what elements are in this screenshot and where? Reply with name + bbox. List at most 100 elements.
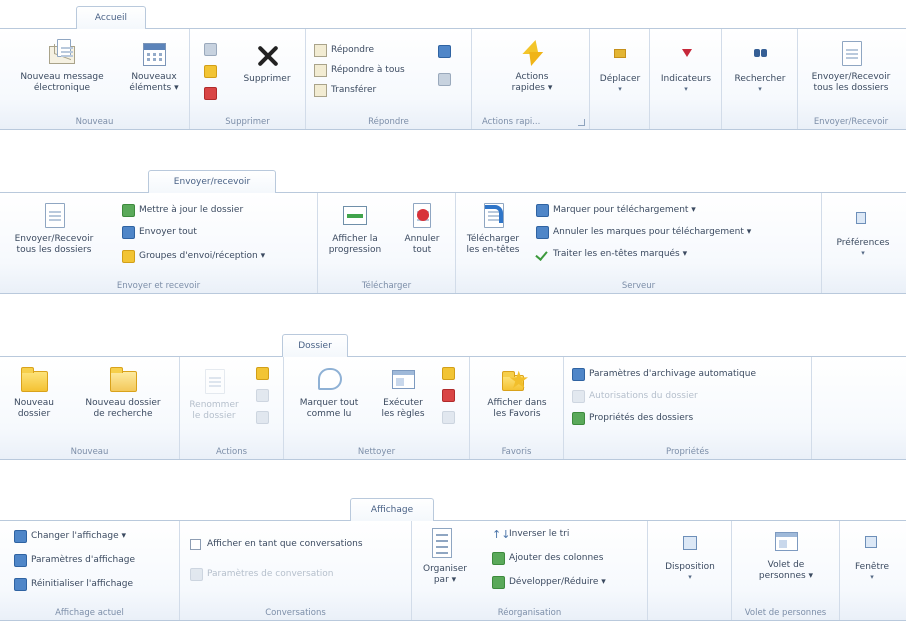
ribbon-affichage: Affichage Changer l'affichage ▾ Paramètr…	[0, 498, 906, 624]
preferences-button[interactable]: Préférences ▾	[826, 205, 900, 257]
flag-icon	[671, 41, 701, 71]
recover-items-button[interactable]	[442, 411, 459, 424]
tab-accueil[interactable]: Accueil	[76, 6, 146, 29]
new-folder-button[interactable]: Nouveau dossier	[4, 365, 64, 420]
show-as-conversations-checkbox[interactable]: Afficher en tant que conversations	[190, 537, 363, 551]
dialog-launcher-icon[interactable]	[578, 119, 585, 126]
tab-envoyer-recevoir[interactable]: Envoyer/recevoir	[148, 170, 276, 193]
chevron-down-icon: ▾	[688, 573, 692, 581]
new-email-button[interactable]: Nouveau message électronique	[6, 39, 118, 94]
arrange-by-button[interactable]: Organiser par ▾	[416, 527, 474, 586]
new-search-folder-button[interactable]: Nouveau dossier de recherche	[70, 365, 176, 420]
reverse-sort-button[interactable]: ↑↓ Inverser le tri	[492, 527, 569, 541]
move-folder-button[interactable]	[256, 389, 273, 402]
group-envoyer-recevoir: Envoyer/Recevoir tous les dossiers Envoy…	[798, 29, 904, 129]
cleanup-folder-button[interactable]	[442, 367, 459, 380]
copy-folder-button[interactable]	[256, 367, 273, 380]
more-icon	[438, 73, 451, 86]
forward-icon	[314, 83, 327, 97]
meeting-icon	[438, 45, 451, 58]
group-favoris: ★ Afficher dans les Favoris Favoris	[470, 357, 564, 459]
delete-folder-button[interactable]	[256, 411, 273, 424]
group-dossier-nouveau: Nouveau dossier Nouveau dossier de reche…	[0, 357, 180, 459]
mark-icon	[536, 203, 549, 217]
folder-permissions-button[interactable]: Autorisations du dossier	[572, 389, 698, 403]
reset-view-button[interactable]: Réinitialiser l'affichage	[14, 577, 133, 591]
delete-button[interactable]: Supprimer	[234, 41, 300, 85]
conversation-settings-icon	[190, 567, 203, 581]
group-label-reorganisation: Réorganisation	[497, 608, 562, 618]
ribbon-panel-envoyer-recevoir: Envoyer/Recevoir tous les dossiers Mettr…	[0, 192, 906, 294]
show-in-favorites-button[interactable]: ★ Afficher dans les Favoris	[474, 365, 560, 420]
tags-button[interactable]: Indicateurs ▾	[652, 41, 720, 93]
junk-button[interactable]	[204, 87, 221, 100]
group-nettoyer: Marquer tout comme lu Exécuter les règle…	[284, 357, 470, 459]
tab-dossier[interactable]: Dossier	[282, 334, 348, 357]
people-pane-button[interactable]: Volet de personnes ▾	[736, 527, 836, 582]
mark-all-read-icon	[314, 365, 344, 395]
mark-all-read-button[interactable]: Marquer tout comme lu	[288, 365, 370, 420]
junk-icon	[204, 87, 217, 100]
run-rules-button[interactable]: Exécuter les règles	[372, 365, 434, 420]
checkmark-icon	[536, 248, 549, 261]
show-progress-button[interactable]: Afficher la progression	[322, 201, 388, 256]
folder-properties-button[interactable]: Propriétés des dossiers	[572, 411, 693, 425]
change-view-button[interactable]: Changer l'affichage ▾	[14, 529, 126, 543]
conversation-settings-button[interactable]: Paramètres de conversation	[190, 567, 333, 581]
move-button[interactable]: Déplacer ▾	[592, 41, 648, 93]
new-email-icon	[47, 39, 77, 69]
find-button[interactable]: Rechercher ▾	[724, 41, 796, 93]
reply-icon	[314, 43, 327, 57]
send-all-button[interactable]: Envoyer tout	[122, 225, 197, 239]
archive-icon	[572, 367, 585, 381]
view-settings-icon	[14, 553, 27, 567]
quick-steps-button[interactable]: Actions rapides ▾	[492, 39, 572, 94]
delete-all-button[interactable]	[442, 389, 459, 402]
autoarchive-settings-button[interactable]: Paramètres d'archivage automatique	[572, 367, 756, 381]
tab-affichage[interactable]: Affichage	[350, 498, 434, 521]
unmark-button[interactable]: Annuler les marques pour téléchargement …	[536, 225, 751, 239]
forward-button[interactable]: Transférer	[314, 83, 376, 97]
cancel-icon	[407, 201, 437, 231]
chevron-down-icon: ▾	[684, 85, 688, 93]
group-label-favoris: Favoris	[501, 447, 532, 457]
chevron-down-icon: ▾	[870, 573, 874, 581]
reply-all-button[interactable]: Répondre à tous	[314, 63, 405, 77]
group-label-dossier-nouveau: Nouveau	[70, 447, 109, 457]
window-icon	[857, 529, 887, 559]
window-button[interactable]: Fenêtre ▾	[842, 529, 902, 581]
recover-icon	[442, 411, 455, 424]
layout-button[interactable]: Disposition ▾	[650, 529, 730, 581]
new-items-button[interactable]: Nouveaux éléments ▾	[122, 39, 186, 94]
send-receive-groups-button[interactable]: Groupes d'envoi/réception ▾	[122, 249, 265, 263]
send-receive-icon	[836, 39, 866, 69]
add-columns-button[interactable]: Ajouter des colonnes	[492, 551, 603, 565]
rename-folder-button[interactable]: Renommer le dossier	[182, 367, 246, 422]
meeting-button[interactable]	[438, 45, 455, 58]
sort-arrows-icon: ↑↓	[492, 527, 511, 541]
more-respond-button[interactable]	[438, 73, 455, 86]
cancel-all-button[interactable]: Annuler tout	[392, 201, 452, 256]
update-folder-button[interactable]: Mettre à jour le dossier	[122, 203, 243, 217]
reset-view-icon	[14, 577, 27, 591]
move-folder-icon	[256, 389, 269, 402]
cleanup-button[interactable]	[204, 65, 221, 78]
chevron-down-icon: ▾	[618, 85, 622, 93]
ribbon-accueil: Accueil Nouveau message électronique Nou…	[0, 6, 906, 134]
download-headers-button[interactable]: Télécharger les en-têtes	[460, 201, 526, 256]
group-label-supprimer: Supprimer	[225, 117, 270, 127]
reply-button[interactable]: Répondre	[314, 43, 374, 57]
lightning-icon	[517, 39, 547, 69]
ignore-button[interactable]	[204, 43, 221, 56]
group-deplacer: Déplacer ▾	[590, 29, 650, 129]
groups-icon	[122, 249, 135, 263]
expand-collapse-button[interactable]: Développer/Réduire ▾	[492, 575, 606, 589]
mark-to-download-button[interactable]: Marquer pour téléchargement ▾	[536, 203, 696, 217]
group-telecharger: Afficher la progression Annuler tout Tél…	[318, 193, 456, 293]
view-settings-button[interactable]: Paramètres d'affichage	[14, 553, 135, 567]
arrange-icon	[430, 527, 460, 561]
send-receive-all-folders-button[interactable]: Envoyer/Recevoir tous les dossiers	[4, 201, 104, 256]
process-marked-button[interactable]: Traiter les en-têtes marqués ▾	[536, 247, 687, 261]
group-rechercher: Rechercher ▾	[722, 29, 798, 129]
send-receive-all-button[interactable]: Envoyer/Recevoir tous les dossiers	[802, 39, 900, 94]
